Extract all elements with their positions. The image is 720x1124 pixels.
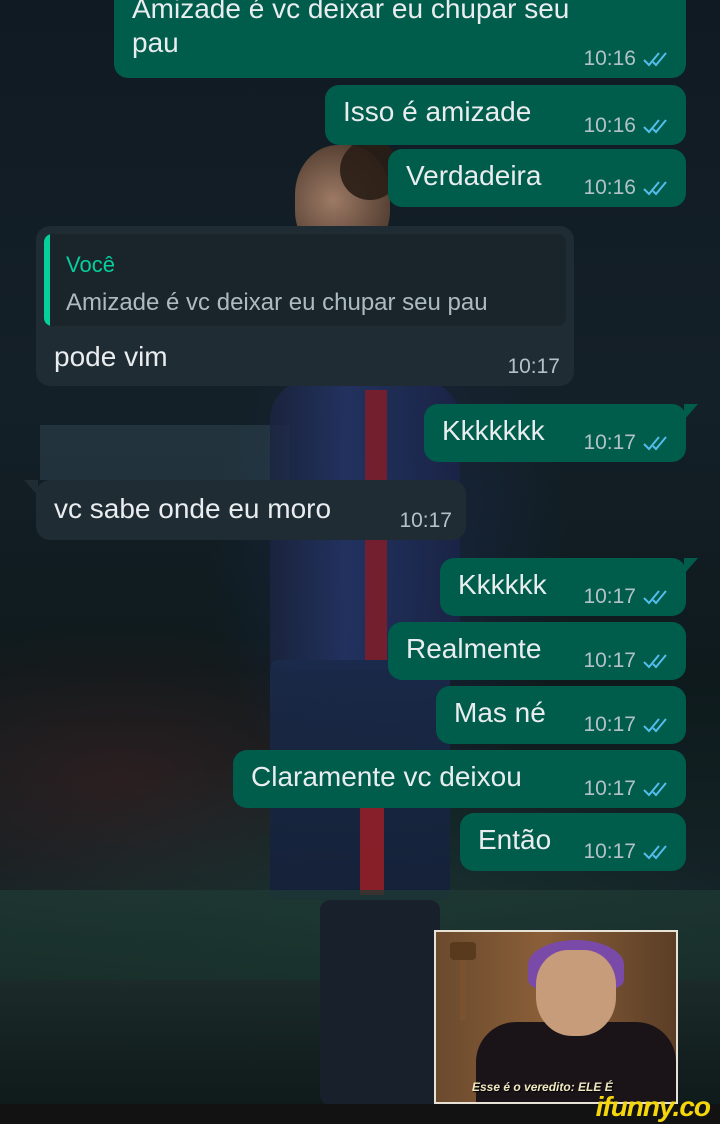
message-time: 10:17 [507, 355, 560, 378]
message-text: Verdadeira [406, 160, 542, 191]
message-bubble-outgoing[interactable]: Amizade é vc deixar eu chupar seu pau 10… [114, 0, 686, 78]
message-text: pode vim [54, 341, 168, 372]
message-time: 10:16 [583, 114, 636, 137]
message-bubble-incoming[interactable]: vc sabe onde eu moro 10:17 [24, 480, 466, 540]
message-meta: 10:17 [583, 432, 672, 454]
wallpaper-decoration [320, 900, 440, 1105]
read-ticks-icon [642, 652, 672, 670]
watermark-logo: ifunny.co [595, 1091, 711, 1122]
message-text: Amizade é vc deixar eu chupar seu [132, 0, 570, 24]
message-meta: 10:17 [583, 841, 672, 863]
sticker-message[interactable]: Esse é o veredito: ELE É [434, 930, 678, 1104]
message-time: 10:16 [583, 176, 636, 199]
sticker-caption: Esse é o veredito: ELE É [472, 1080, 613, 1094]
quoted-message[interactable]: Você Amizade é vc deixar eu chupar seu p… [44, 234, 566, 326]
message-text: Kkkkkk [458, 569, 547, 600]
wallpaper-decoration [360, 800, 384, 895]
message-bubble-outgoing[interactable]: Então 10:17 [460, 813, 686, 871]
message-text: Claramente vc deixou [251, 761, 522, 792]
quote-accent-bar [44, 234, 50, 326]
message-text: Kkkkkkk [442, 415, 545, 446]
message-bubble-outgoing[interactable]: Mas né 10:17 [436, 686, 686, 744]
message-time: 10:17 [583, 777, 636, 800]
message-meta: 10:17 [399, 510, 452, 532]
message-bubble-outgoing[interactable]: Isso é amizade 10:16 [325, 85, 686, 145]
message-time: 10:17 [583, 713, 636, 736]
quote-author: Você [66, 252, 115, 277]
message-bubble-outgoing[interactable]: Verdadeira 10:16 [388, 149, 686, 207]
message-time: 10:16 [583, 47, 636, 70]
message-bubble-outgoing[interactable]: Realmente 10:17 [388, 622, 686, 680]
message-meta: 10:16 [583, 115, 672, 137]
message-text: Então [478, 824, 552, 855]
read-ticks-icon [642, 716, 672, 734]
message-time: 10:17 [583, 585, 636, 608]
message-bubble-outgoing[interactable]: Kkkkkk 10:17 [440, 558, 698, 616]
message-meta: 10:17 [507, 356, 560, 378]
message-text: Mas né [454, 697, 546, 728]
wallpaper-decoration [40, 425, 290, 480]
message-bubble-outgoing[interactable]: Kkkkkkk 10:17 [424, 404, 698, 462]
sticker-figure-face [536, 950, 616, 1036]
message-meta: 10:16 [583, 48, 672, 70]
message-bubble-incoming[interactable]: Você Amizade é vc deixar eu chupar seu p… [36, 226, 574, 386]
message-bubble-outgoing[interactable]: Claramente vc deixou 10:17 [233, 750, 686, 808]
message-time: 10:17 [583, 431, 636, 454]
read-ticks-icon [642, 843, 672, 861]
message-text: Isso é amizade [343, 96, 532, 127]
read-ticks-icon [642, 117, 672, 135]
message-meta: 10:17 [583, 714, 672, 736]
read-ticks-icon [642, 434, 672, 452]
read-ticks-icon [642, 588, 672, 606]
message-meta: 10:16 [583, 177, 672, 199]
quote-text: Amizade é vc deixar eu chupar seu pau [66, 289, 488, 316]
read-ticks-icon [642, 780, 672, 798]
message-meta: 10:17 [583, 586, 672, 608]
message-time: 10:17 [399, 509, 452, 532]
read-ticks-icon [642, 50, 672, 68]
message-meta: 10:17 [583, 778, 672, 800]
message-text: vc sabe onde eu moro [54, 493, 332, 524]
gavel-icon [450, 942, 476, 1020]
message-time: 10:17 [583, 840, 636, 863]
message-text: pau [132, 27, 179, 58]
message-meta: 10:17 [583, 650, 672, 672]
read-ticks-icon [642, 179, 672, 197]
message-time: 10:17 [583, 649, 636, 672]
message-text: Realmente [406, 633, 542, 664]
